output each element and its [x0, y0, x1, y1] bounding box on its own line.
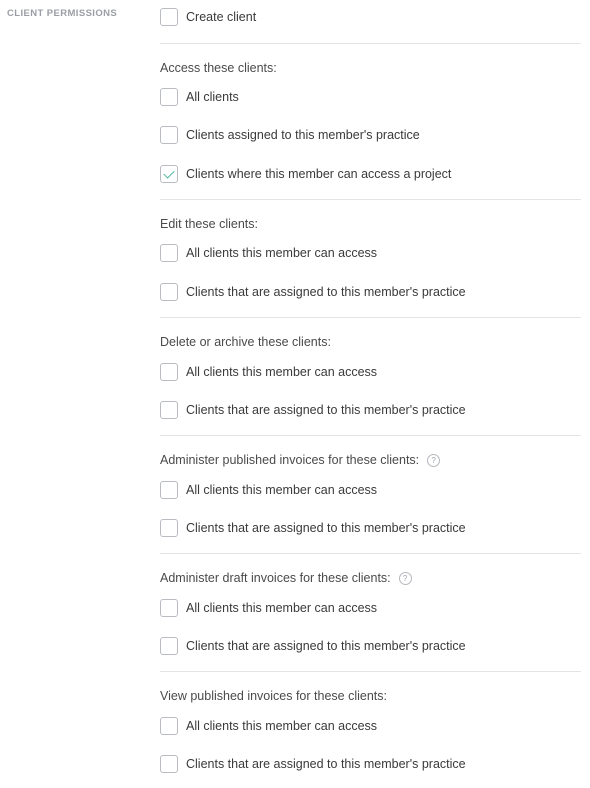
- section-label: CLIENT PERMISSIONS: [7, 8, 118, 19]
- divider: [160, 553, 581, 554]
- edit-assigned-checkbox[interactable]: [160, 283, 178, 301]
- group-title-view-published: View published invoices for these client…: [160, 689, 387, 703]
- delete-all-checkbox[interactable]: [160, 363, 178, 381]
- published-all-checkbox[interactable]: [160, 481, 178, 499]
- view-all-checkbox[interactable]: [160, 717, 178, 735]
- option-label: Clients that are assigned to this member…: [186, 403, 466, 417]
- edit-all-checkbox[interactable]: [160, 244, 178, 262]
- access-assigned-practice-checkbox[interactable]: [160, 126, 178, 144]
- view-assigned-checkbox[interactable]: [160, 755, 178, 773]
- option-label: All clients this member can access: [186, 719, 378, 733]
- option-label: All clients: [186, 90, 239, 104]
- divider: [160, 199, 581, 200]
- divider: [160, 43, 581, 44]
- group-title-draft-invoices: Administer draft invoices for these clie…: [160, 571, 412, 585]
- view-assigned-row[interactable]: Clients that are assigned to this member…: [160, 754, 466, 774]
- option-label: All clients this member can access: [186, 601, 378, 615]
- option-label: Clients that are assigned to this member…: [186, 521, 466, 535]
- access-all-clients-row[interactable]: All clients: [160, 87, 239, 107]
- help-icon[interactable]: ?: [427, 453, 441, 467]
- edit-assigned-row[interactable]: Clients that are assigned to this member…: [160, 282, 466, 302]
- create-client-checkbox-row[interactable]: Create client: [160, 7, 256, 27]
- divider: [160, 671, 581, 672]
- group-title-edit: Edit these clients:: [160, 217, 258, 231]
- option-label: Clients that are assigned to this member…: [186, 285, 466, 299]
- delete-assigned-checkbox[interactable]: [160, 401, 178, 419]
- delete-all-row[interactable]: All clients this member can access: [160, 362, 377, 382]
- group-title-access: Access these clients:: [160, 61, 277, 75]
- access-assigned-practice-row[interactable]: Clients assigned to this member's practi…: [160, 125, 420, 145]
- draft-all-checkbox[interactable]: [160, 599, 178, 617]
- group-title-delete: Delete or archive these clients:: [160, 335, 331, 349]
- divider: [160, 317, 581, 318]
- group-title-published-invoices: Administer published invoices for these …: [160, 453, 441, 467]
- option-label: Clients assigned to this member's practi…: [186, 128, 420, 142]
- draft-all-row[interactable]: All clients this member can access: [160, 598, 377, 618]
- option-label: Clients that are assigned to this member…: [186, 639, 466, 653]
- option-label: Clients where this member can access a p…: [186, 167, 452, 181]
- draft-assigned-checkbox[interactable]: [160, 637, 178, 655]
- published-all-row[interactable]: All clients this member can access: [160, 480, 377, 500]
- published-assigned-row[interactable]: Clients that are assigned to this member…: [160, 518, 466, 538]
- published-assigned-checkbox[interactable]: [160, 519, 178, 537]
- help-icon[interactable]: ?: [398, 571, 412, 585]
- option-label: Clients that are assigned to this member…: [186, 757, 466, 771]
- divider: [160, 435, 581, 436]
- edit-all-row[interactable]: All clients this member can access: [160, 243, 377, 263]
- access-project-row[interactable]: Clients where this member can access a p…: [160, 164, 451, 184]
- access-all-clients-checkbox[interactable]: [160, 88, 178, 106]
- delete-assigned-row[interactable]: Clients that are assigned to this member…: [160, 400, 466, 420]
- create-client-label: Create client: [186, 10, 257, 24]
- view-all-row[interactable]: All clients this member can access: [160, 716, 377, 736]
- option-label: All clients this member can access: [186, 365, 378, 379]
- create-client-checkbox[interactable]: [160, 8, 178, 26]
- option-label: All clients this member can access: [186, 483, 378, 497]
- option-label: All clients this member can access: [186, 246, 378, 260]
- draft-assigned-row[interactable]: Clients that are assigned to this member…: [160, 636, 466, 656]
- access-project-checkbox[interactable]: [160, 165, 178, 183]
